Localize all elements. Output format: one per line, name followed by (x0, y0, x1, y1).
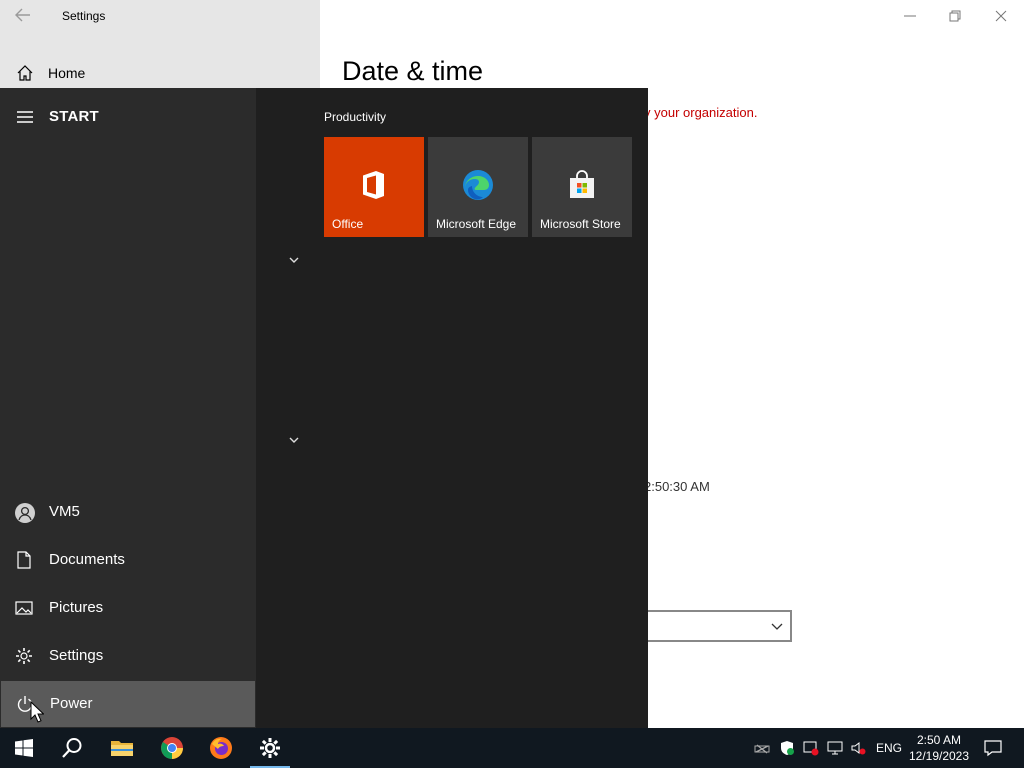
office-icon (358, 169, 390, 201)
mouse-cursor-icon (30, 700, 45, 723)
firefox-icon (210, 737, 232, 759)
start-header: START (49, 108, 99, 125)
documents-label: Documents (49, 551, 125, 568)
start-left-rail: START VM5 Documents Pictures Settings Po… (0, 88, 256, 728)
pictures-icon (14, 598, 34, 618)
microsoft-edge-icon (462, 169, 494, 201)
security-shield-icon[interactable] (779, 740, 795, 756)
clock-date: 12/19/2023 (908, 749, 970, 763)
search-icon (62, 738, 82, 758)
restore-button[interactable] (945, 6, 965, 26)
power-label: Power (50, 695, 93, 712)
device-error-icon[interactable] (803, 740, 819, 756)
time-zone-dropdown[interactable] (644, 610, 792, 642)
chevron-down-icon[interactable] (288, 432, 300, 443)
start-menu: START VM5 Documents Pictures Settings Po… (0, 88, 648, 728)
file-explorer-button[interactable] (98, 728, 146, 768)
language-indicator[interactable]: ENG (876, 741, 902, 755)
clock-time: 2:50 AM (916, 733, 962, 747)
monitor-icon[interactable] (827, 740, 843, 756)
page-title: Date & time (342, 56, 484, 86)
taskbar: ENG 2:50 AM 12/19/2023 (0, 728, 1024, 768)
close-button[interactable] (991, 6, 1011, 26)
search-button[interactable] (48, 728, 96, 768)
taskbar-clock[interactable]: 2:50 AM 12/19/2023 (906, 732, 972, 764)
microsoft-edge-tile-label: Microsoft Edge (436, 217, 517, 231)
document-icon (14, 550, 34, 570)
back-arrow-icon[interactable] (14, 6, 36, 26)
office-tile-label: Office (332, 217, 364, 231)
notification-center-icon[interactable] (984, 739, 1002, 757)
productivity-group-title: Productivity (324, 110, 387, 124)
microsoft-store-icon (566, 169, 598, 201)
settings-taskbar-button[interactable] (246, 728, 294, 768)
microsoft-edge-tile[interactable]: Microsoft Edge (428, 137, 528, 237)
gear-icon (260, 738, 280, 758)
pictures-item[interactable]: Pictures (0, 585, 256, 631)
home-label: Home (48, 65, 86, 81)
user-account-item[interactable]: VM5 (0, 489, 256, 535)
firefox-button[interactable] (197, 728, 245, 768)
home-icon (16, 64, 34, 82)
window-title: Settings (62, 9, 106, 23)
current-time-text: 2:50:30 AM (644, 479, 710, 494)
chevron-down-icon[interactable] (288, 252, 300, 263)
documents-item[interactable]: Documents (0, 537, 256, 583)
microsoft-store-tile-label: Microsoft Store (540, 217, 621, 231)
gear-icon (14, 646, 34, 666)
chevron-down-icon (770, 619, 784, 633)
user-avatar-icon (15, 503, 35, 523)
organization-message: y your organization. (644, 105, 758, 120)
settings-label: Settings (49, 647, 104, 664)
pictures-label: Pictures (49, 599, 104, 616)
settings-item[interactable]: Settings (0, 633, 256, 679)
settings-home-item[interactable]: Home (0, 58, 320, 88)
windows-logo-icon (15, 739, 33, 757)
minimize-button[interactable] (900, 6, 920, 26)
microsoft-store-tile[interactable]: Microsoft Store (532, 137, 632, 237)
user-name-label: VM5 (49, 503, 80, 520)
volume-muted-icon[interactable] (850, 740, 866, 756)
network-off-icon[interactable] (754, 740, 770, 756)
chrome-icon (161, 737, 183, 759)
office-tile[interactable]: Office (324, 137, 424, 237)
chrome-button[interactable] (148, 728, 196, 768)
folder-icon (111, 741, 133, 756)
start-button[interactable] (0, 728, 48, 768)
hamburger-menu-icon[interactable] (16, 110, 34, 124)
